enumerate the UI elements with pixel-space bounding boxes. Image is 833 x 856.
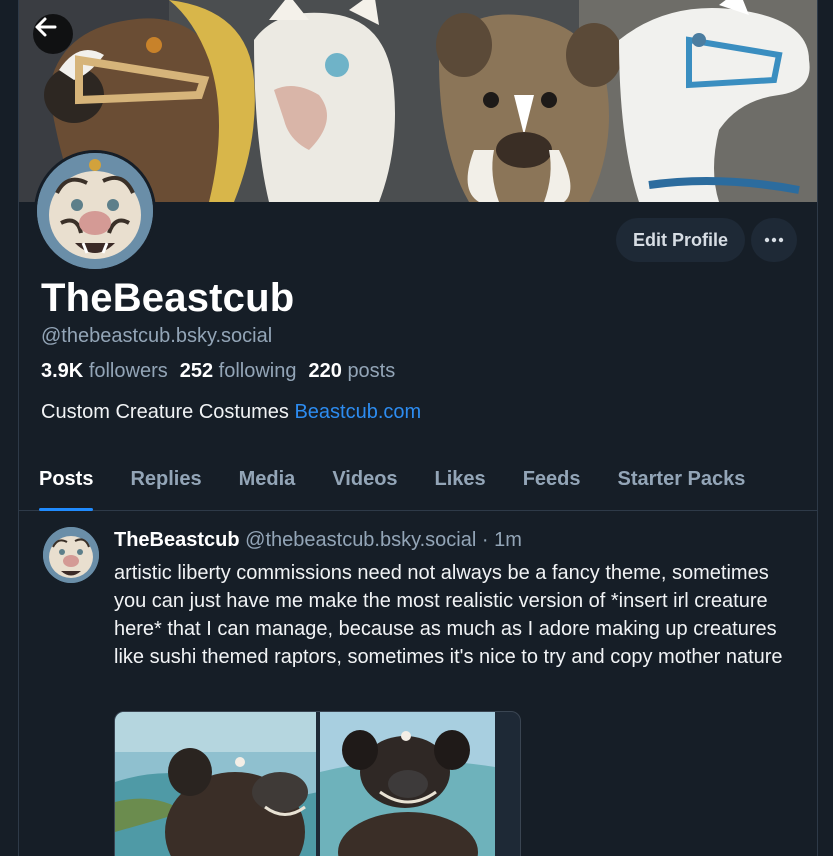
profile-actions: Edit Profile (615, 218, 797, 262)
posts-count: 220 (308, 360, 342, 382)
posts-label: posts (347, 360, 396, 382)
post-author-name[interactable]: TheBeastcub (114, 529, 240, 551)
arrow-left-icon (35, 17, 57, 37)
profile-stats: 3.9K followers 252 following 220 posts (41, 360, 395, 383)
followers-label: followers (88, 360, 168, 382)
followers-count: 3.9K (41, 360, 84, 382)
tab-videos[interactable]: Videos (332, 458, 397, 511)
profile-avatar[interactable] (34, 150, 156, 272)
bio-text: Custom Creature Costumes (41, 401, 289, 423)
tab-media[interactable]: Media (239, 458, 296, 511)
profile-handle: @thebeastcub.bsky.social (41, 325, 273, 347)
back-button[interactable] (33, 14, 73, 54)
avatar-image (37, 153, 153, 269)
post-header: TheBeastcub @thebeastcub.bsky.social · 1… (114, 529, 522, 552)
post-image-1[interactable] (115, 712, 316, 856)
more-options-button[interactable] (751, 218, 797, 262)
following-label: following (218, 360, 297, 382)
post-text: artistic liberty commissions need not al… (114, 562, 783, 668)
ellipsis-icon (764, 237, 784, 243)
edit-profile-button[interactable]: Edit Profile (615, 218, 745, 262)
profile-page: Edit Profile TheBeastcub @thebeastcub.bs… (18, 0, 818, 856)
display-name: TheBeastcub (41, 276, 295, 320)
posts-stat: 220 posts (309, 360, 396, 383)
followers-stat[interactable]: 3.9K followers (41, 360, 168, 383)
post-image-1-graphic (115, 712, 316, 856)
tab-posts[interactable]: Posts (39, 458, 94, 511)
post-timestamp[interactable]: 1m (494, 529, 522, 551)
following-stat[interactable]: 252 following (180, 360, 297, 383)
post-separator: · (481, 529, 489, 551)
profile-tabs: Posts Replies Media Videos Likes Feeds S… (19, 458, 817, 511)
post-media[interactable] (114, 711, 521, 856)
post-author-handle[interactable]: @thebeastcub.bsky.social (245, 529, 476, 551)
tab-replies[interactable]: Replies (130, 458, 201, 511)
profile-bio: Custom Creature Costumes Beastcub.com (41, 401, 421, 424)
tab-starter-packs[interactable]: Starter Packs (618, 458, 746, 511)
tab-likes[interactable]: Likes (435, 458, 486, 511)
post-image-2-graphic (319, 712, 495, 856)
post-item[interactable]: TheBeastcub @thebeastcub.bsky.social · 1… (19, 512, 817, 856)
post-image-2[interactable] (319, 712, 521, 856)
tab-feeds[interactable]: Feeds (523, 458, 581, 511)
bio-link[interactable]: Beastcub.com (294, 401, 421, 423)
following-count: 252 (179, 360, 214, 382)
post-avatar[interactable] (43, 527, 99, 583)
post-avatar-image (43, 527, 99, 583)
